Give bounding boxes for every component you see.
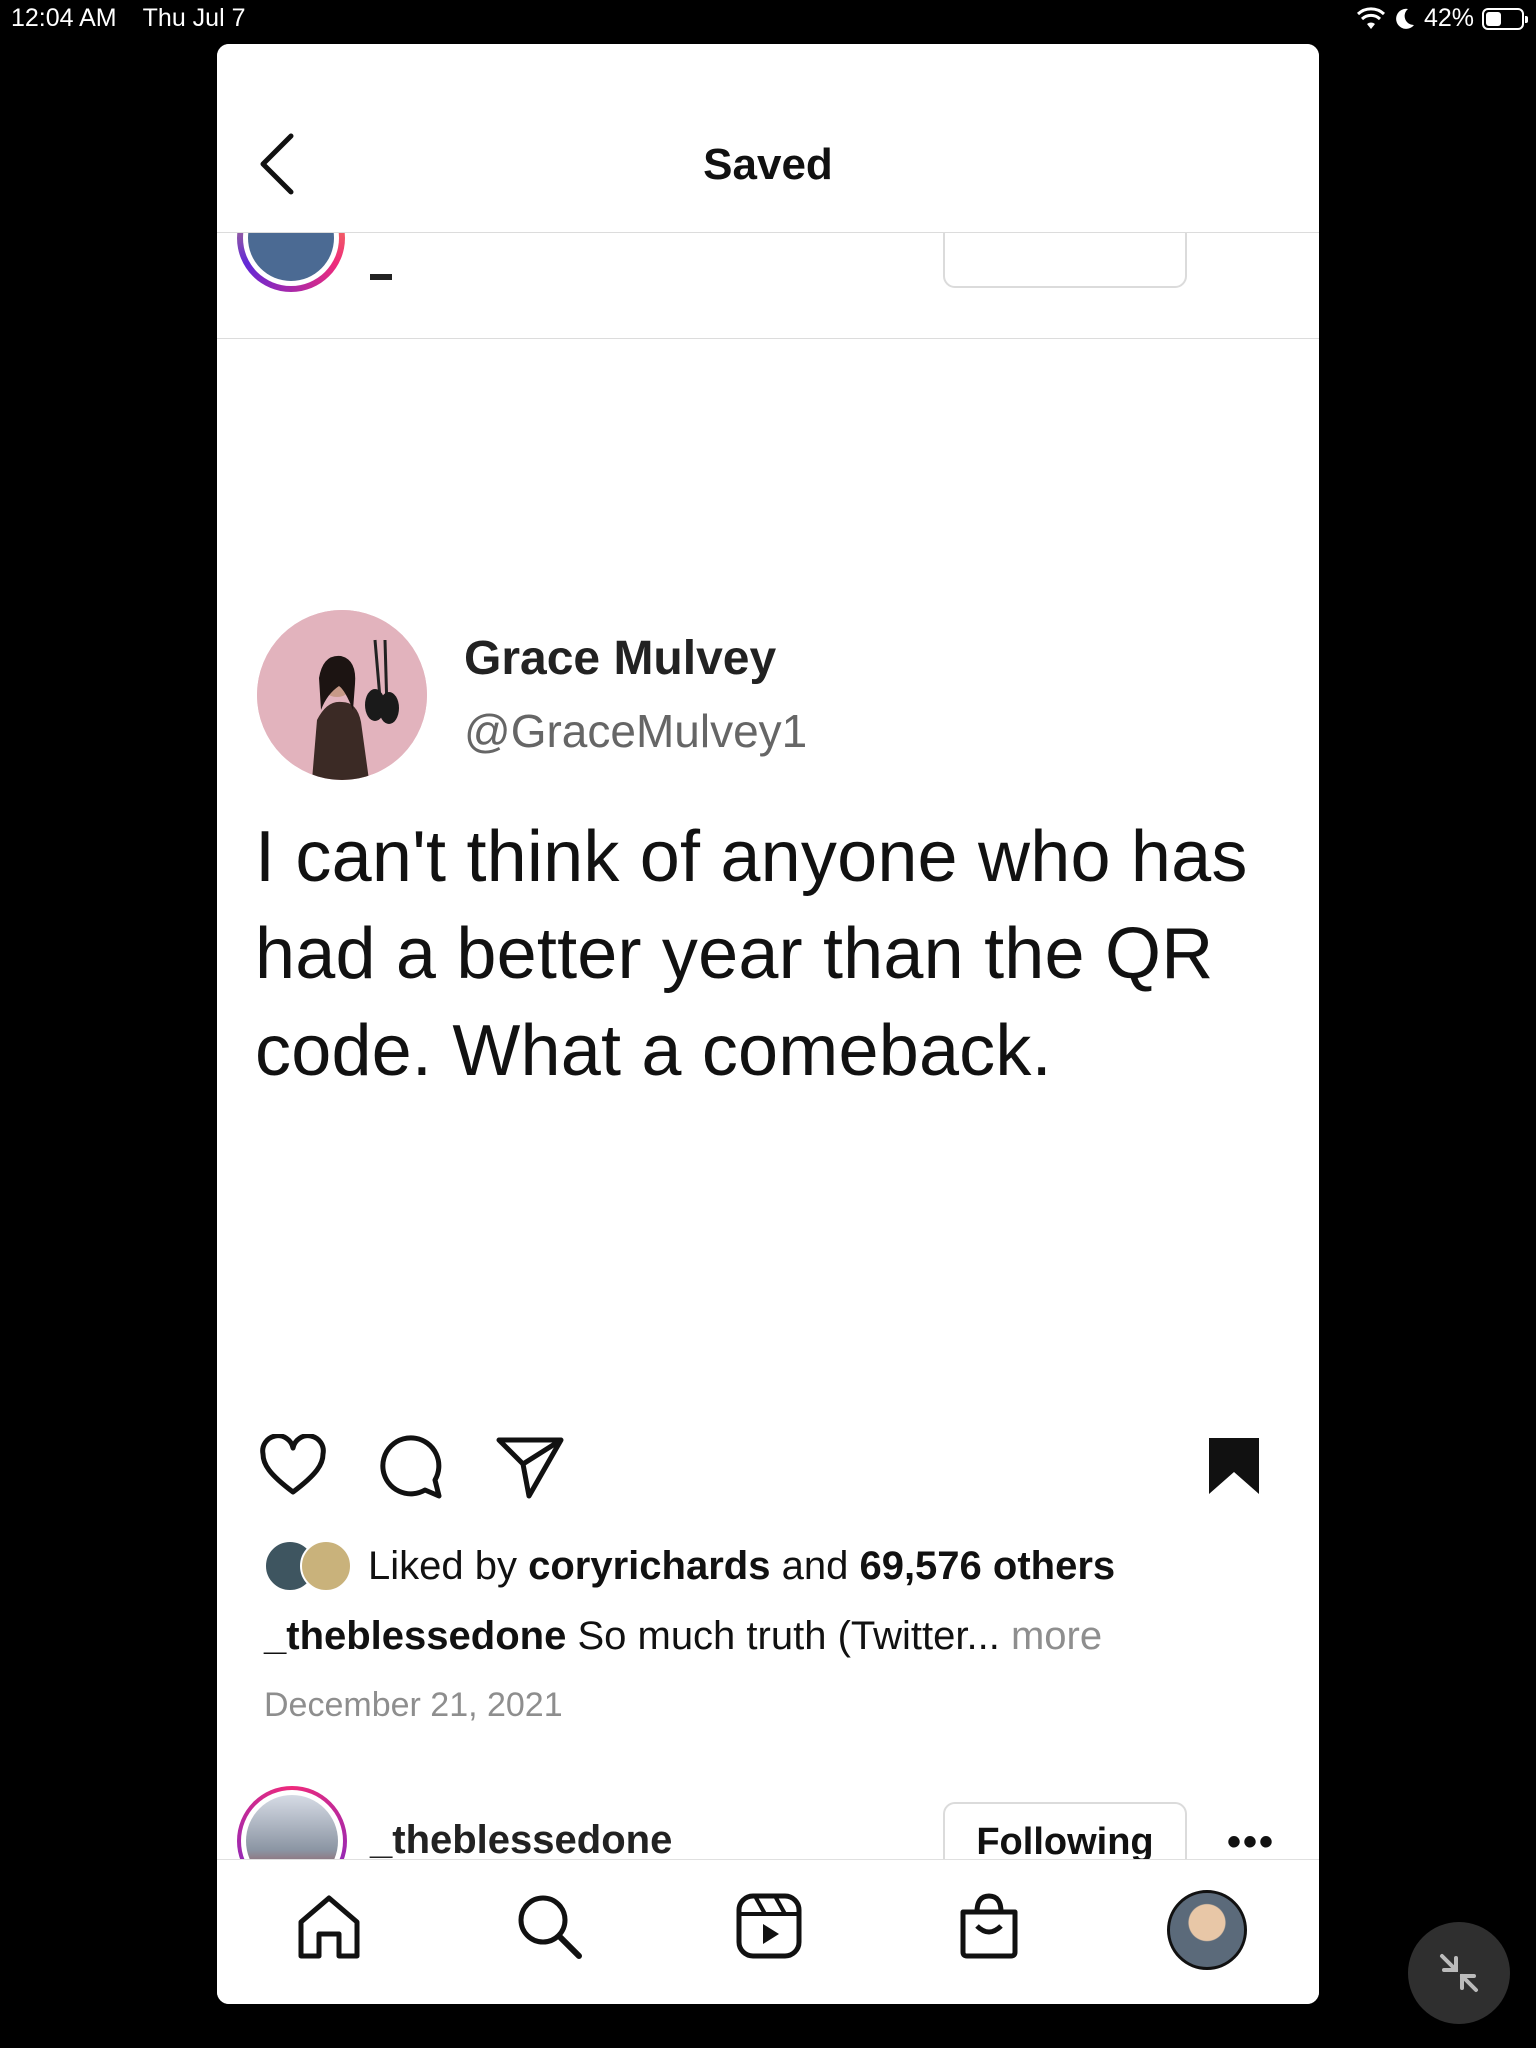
username-fragment [370, 274, 392, 280]
battery-icon [1482, 7, 1528, 30]
nav-search[interactable] [513, 1890, 585, 1967]
status-bar-right: 42% [1356, 4, 1528, 33]
nav-profile-avatar[interactable] [1167, 1890, 1247, 1970]
caption-text: So much truth (Twitter... [577, 1614, 1000, 1658]
tweet-line: had a better year than the QR [255, 914, 1214, 994]
caption-more-link[interactable]: more [1011, 1614, 1102, 1658]
post-image[interactable]: Grace Mulvey @GraceMulvey1 I can't think… [217, 339, 1319, 1459]
likes-prefix: Liked by [368, 1543, 517, 1588]
share-icon [496, 1437, 564, 1499]
avatar [300, 1540, 352, 1592]
search-icon [518, 1895, 582, 1959]
post-caption: _theblessedone So much truth (Twitter...… [264, 1614, 1102, 1659]
caption-username[interactable]: _theblessedone [264, 1614, 566, 1658]
reels-icon [736, 1893, 802, 1959]
like-button[interactable] [259, 1433, 327, 1503]
tweet-text: I can't think of anyone who has had a be… [255, 809, 1315, 1100]
comment-icon [380, 1435, 442, 1499]
share-button[interactable] [495, 1434, 565, 1505]
app-panel: Saved Grace Mulvey @GraceMulvey1 I can't… [217, 44, 1319, 2004]
next-post-username[interactable]: _theblessedone [370, 1818, 672, 1863]
top-header: Saved [217, 44, 1319, 233]
shop-icon [960, 1893, 1018, 1959]
heart-icon [260, 1433, 326, 1495]
status-date: Thu Jul 7 [142, 4, 246, 32]
status-time: 12:04 AM [11, 4, 117, 32]
previous-post-header [217, 184, 1319, 339]
status-bar-left: 12:04 AM Thu Jul 7 [11, 4, 245, 33]
liker-username[interactable]: coryrichards [528, 1544, 770, 1589]
post-date: December 21, 2021 [264, 1686, 563, 1724]
bottom-nav [217, 1859, 1319, 2004]
likes-conjunction: and [781, 1543, 849, 1588]
minimize-button[interactable] [1408, 1922, 1510, 2024]
tweet-author-handle: @GraceMulvey1 [464, 705, 808, 757]
comment-button[interactable] [377, 1434, 445, 1505]
wifi-icon [1356, 6, 1385, 29]
tweet-line: I can't think of anyone who has [255, 817, 1248, 897]
battery-percent: 42% [1423, 4, 1474, 32]
page-title: Saved [703, 140, 833, 189]
likes-count[interactable]: 69,576 others [859, 1544, 1115, 1589]
collapse-arrows-icon [1440, 1954, 1478, 1992]
likes-summary[interactable]: Liked by coryrichards and 69,576 others [264, 1540, 1115, 1592]
post-actions [217, 1433, 1319, 1514]
tweet-author-name: Grace Mulvey [464, 632, 777, 685]
moon-icon [1396, 8, 1414, 29]
liker-avatars [264, 1540, 356, 1592]
nav-home[interactable] [293, 1890, 365, 1967]
nav-reels[interactable] [733, 1890, 805, 1967]
home-icon [298, 1895, 360, 1959]
tweet-avatar [257, 610, 427, 780]
save-button[interactable] [1205, 1434, 1263, 1503]
tweet-line: code. What a comeback. [255, 1011, 1052, 1091]
bookmark-icon [1209, 1438, 1259, 1494]
nav-shop[interactable] [953, 1890, 1025, 1967]
